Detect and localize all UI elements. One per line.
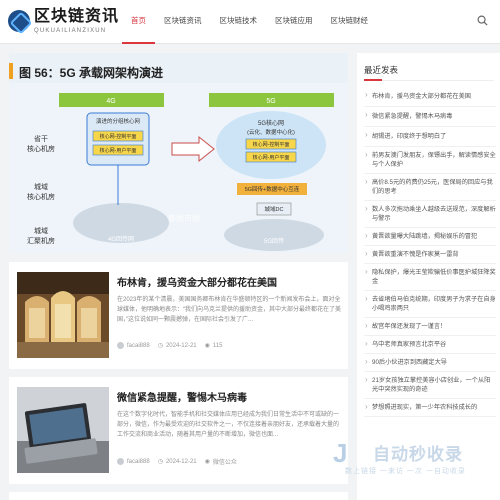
recent-post-link[interactable]: 隐私保护，爆光王莹欺骗低价事医护城狂降奖金 xyxy=(364,264,496,291)
recent-post-link[interactable]: 布林肯，援乌资金大部分都花在美国 xyxy=(364,87,496,107)
article-meta: facai888 ◷ 2024-12-21 ◉ 微信公众 xyxy=(117,457,237,466)
article-date: 2024-12-21 xyxy=(165,342,197,349)
badge-subtitle: 数上链接 一来访 一次 一自动收录 xyxy=(345,468,466,475)
clock-icon: ◷ xyxy=(157,459,163,465)
svg-text:核心网-控制平面: 核心网-控制平面 xyxy=(253,141,290,148)
recent-post-link[interactable]: 高价8.5元的药费仍25元，医保局的回应与我们的思考 xyxy=(364,174,496,201)
svg-text:核心网-用户平面: 核心网-用户平面 xyxy=(100,147,137,154)
nav-item-home[interactable]: 首页 xyxy=(122,0,155,44)
recent-post-link[interactable]: 数人多次拖动乘坐人越级去送规范，深度解析与警示 xyxy=(364,201,496,228)
article-title[interactable]: 微信紧急提醒，警惕木马病毒 xyxy=(117,389,247,404)
auto-index-badge: J 自动秒收录 数上链接 一来访 一次 一自动收录 xyxy=(333,436,483,480)
recent-posts-list: 布林肯，援乌资金大部分都花在美国 微信紧急提醒，警惕木马病毒 胡锡进，印度终于想… xyxy=(364,87,496,417)
author-avatar-icon xyxy=(117,342,124,349)
article-meta: facai888 ◷ 2024-12-21 ◉ 115 xyxy=(117,342,222,349)
svg-text:城域DC: 城域DC xyxy=(265,205,284,213)
nav-item-finance[interactable]: 区块链财经 xyxy=(322,0,378,44)
nav-item-tech[interactable]: 区块链技术 xyxy=(211,0,267,44)
eye-icon: ◉ xyxy=(204,343,210,349)
author-avatar-icon xyxy=(117,458,124,465)
recent-post-link[interactable]: 微信紧急提醒，警惕木马病毒 xyxy=(364,107,496,127)
article-title[interactable]: 布林肯，援乌资金大部分都花在美国 xyxy=(117,274,277,289)
hero-title: 图 56：5G 承载网架构演进 xyxy=(19,66,164,80)
sidebar-heading: 最近发表 xyxy=(364,65,399,75)
article-card[interactable] xyxy=(9,492,348,500)
article-author[interactable]: facai888 xyxy=(127,343,150,349)
recent-post-link[interactable]: 黄晋欲重演不愧是作家莫一雷背 xyxy=(364,246,496,264)
label-5g: 5G xyxy=(266,98,275,105)
recent-post-link[interactable]: 前男友澳门发朋友，保镖出手，解读情感安全与个人保护 xyxy=(364,147,496,174)
recent-post-link[interactable]: 乌中老师真家预言北京平谷 xyxy=(364,336,496,354)
hero-title-accent xyxy=(9,63,13,79)
svg-text:汇聚机房: 汇聚机房 xyxy=(27,236,55,245)
recent-post-link[interactable]: 故宫年保还发现了一谨言！ xyxy=(364,318,496,336)
label-city-core: 城域 xyxy=(34,182,48,191)
article-card[interactable]: 微信紧急提醒，警惕木马病毒 在这个数字化时代，智能手机和社交媒体应用已经成为我们… xyxy=(9,377,348,484)
recent-post-link[interactable]: 黄晋欲量曝大陆跳墙，揭秘娱乐的冒犯 xyxy=(364,228,496,246)
sidebar-heading-accent xyxy=(364,79,382,81)
network-architecture-diagram: 4G 5G 省干 核心机房 城域 核心机房 城域 汇聚机房 演进的分组核心网 核… xyxy=(9,83,348,253)
badge-logo-icon: J xyxy=(333,438,348,468)
clock-icon: ◷ xyxy=(157,343,163,349)
nav-item-news[interactable]: 区块链资讯 xyxy=(155,0,211,44)
article-card[interactable]: 布林肯，援乌资金大部分都花在美国 在2023年的某个清晨，美国国务卿布林肯在华盛… xyxy=(9,262,348,369)
site-header: 区块链资讯 QUKUAILIANZIXUN 首页 区块链资讯 区块链技术 区块链… xyxy=(0,0,500,44)
recent-post-link[interactable]: 梦想照进现实，第一少年农科技成长的 xyxy=(364,399,496,417)
svg-text:核心机房: 核心机房 xyxy=(27,192,55,201)
search-icon[interactable] xyxy=(477,15,488,26)
badge-title: 自动秒收录 xyxy=(373,445,463,464)
recent-post-link[interactable]: 胡锡进，印度终于想明白了 xyxy=(364,127,496,147)
article-author[interactable]: facai888 xyxy=(127,459,150,465)
logo-subtitle: QUKUAILIANZIXUN xyxy=(34,27,107,34)
sidebar-recent-posts: 最近发表 布林肯，援乌资金大部分都花在美国 微信紧急提醒，警惕木马病毒 胡锡进，… xyxy=(357,53,500,500)
logo-title: 区块链资讯 xyxy=(34,7,120,25)
recent-post-link[interactable]: 90后小伙进京到西藏定大导 xyxy=(364,354,496,372)
nav-item-apps[interactable]: 区块链应用 xyxy=(266,0,322,44)
hero-watermark: 泰国市圈 xyxy=(168,213,200,223)
label-city-agg: 城域 xyxy=(34,226,48,235)
svg-text:核心网-控制平面: 核心网-控制平面 xyxy=(100,133,137,140)
svg-text:4G回传网: 4G回传网 xyxy=(108,235,134,243)
label-4g: 4G xyxy=(106,98,115,105)
svg-text:5G回传+数据中心互连: 5G回传+数据中心互连 xyxy=(245,185,300,193)
logo-icon xyxy=(8,10,30,32)
site-logo[interactable]: 区块链资讯 QUKUAILIANZIXUN xyxy=(8,4,119,38)
article-thumbnail[interactable] xyxy=(17,387,109,473)
label-prov-core: 省干 xyxy=(34,134,48,143)
recent-post-link[interactable]: 21岁女孩独立掌控美容小店创业，一个从阳光中突然实现的奇迹 xyxy=(364,372,496,399)
svg-text:核心网-用户平面: 核心网-用户平面 xyxy=(253,154,290,161)
main-nav: 首页 区块链资讯 区块链技术 区块链应用 区块链财经 xyxy=(122,0,377,44)
article-views: 微信公众 xyxy=(212,460,237,466)
featured-slide[interactable]: 图 56：5G 承载网架构演进 4G 5G 省干 核心机房 城域 核心机房 城域… xyxy=(9,53,348,253)
article-date: 2024-12-21 xyxy=(165,458,197,465)
svg-text:核心机房: 核心机房 xyxy=(27,144,55,153)
core-4g-label: 演进的分组核心网 xyxy=(96,117,141,125)
ring-5g xyxy=(224,219,324,251)
svg-text:5G核心网: 5G核心网 xyxy=(258,119,284,127)
article-excerpt: 在2023年的某个清晨，美国国务卿布林肯在华盛顿特区的一个新闻发布会上，面对全球… xyxy=(117,297,341,323)
svg-text:(云化、数据中心化): (云化、数据中心化) xyxy=(247,128,295,136)
recent-post-link[interactable]: 去省堵伯马伯克统期，印度男子为求子在自身小喝鸡崇两只 xyxy=(364,291,496,318)
article-thumbnail[interactable] xyxy=(17,272,109,358)
eye-icon: ◉ xyxy=(204,459,210,465)
article-views: 115 xyxy=(212,342,223,349)
article-excerpt: 在这个数字化时代，智能手机和社交媒体应用已经成为我们日常生活中不可或缺的一部分，… xyxy=(117,412,340,438)
svg-text:5G回传: 5G回传 xyxy=(264,237,284,245)
